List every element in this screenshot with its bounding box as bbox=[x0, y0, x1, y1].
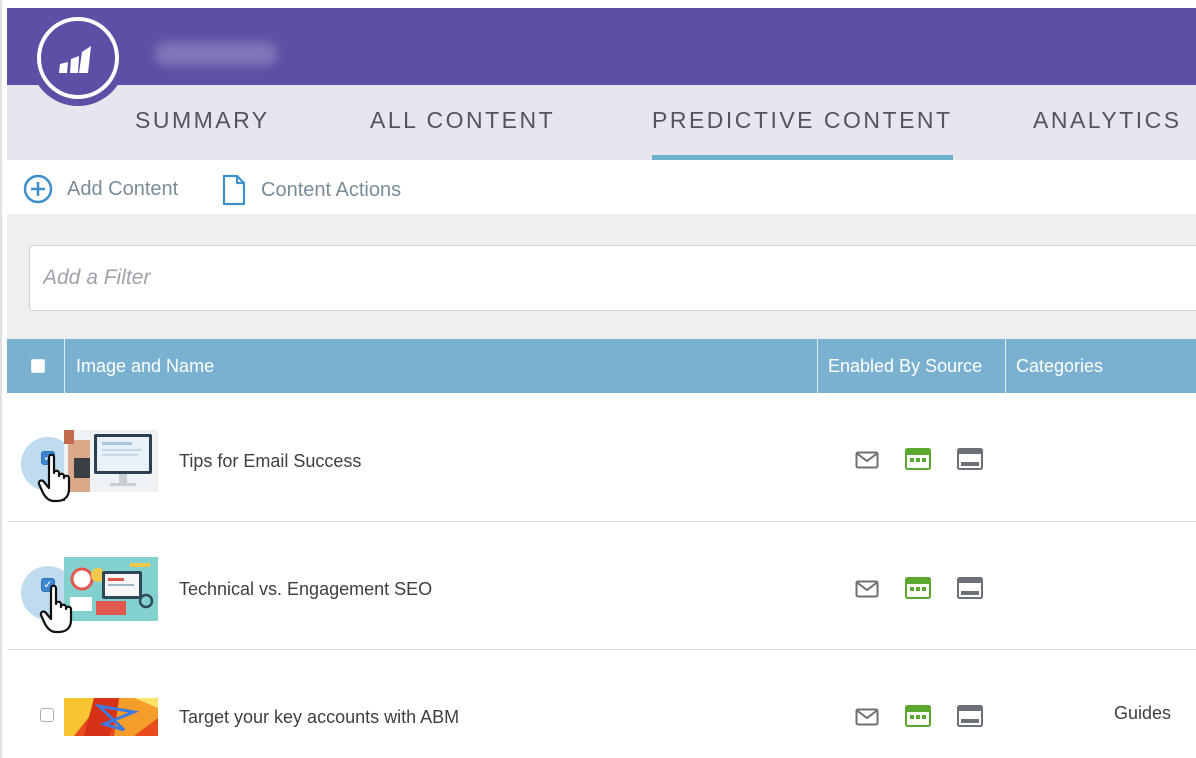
table-row[interactable]: Target your key accounts with ABM Guides bbox=[7, 650, 1196, 758]
content-name[interactable]: Tips for Email Success bbox=[179, 451, 361, 472]
header-divider bbox=[817, 339, 818, 393]
header-divider bbox=[64, 339, 65, 393]
email-icon bbox=[855, 580, 879, 598]
content-actions-button[interactable]: Content Actions bbox=[221, 174, 401, 206]
top-header-bar bbox=[7, 8, 1196, 85]
hand-cursor-icon bbox=[37, 453, 71, 503]
table-header: Image and Name Enabled By Source Categor… bbox=[7, 339, 1196, 393]
plus-circle-icon bbox=[23, 174, 53, 204]
table-row[interactable]: ✓ Tips for Email Success bbox=[7, 393, 1196, 522]
tab-predictive-content[interactable]: PREDICTIVE CONTENT bbox=[652, 107, 953, 160]
web-page-icon bbox=[905, 705, 931, 727]
content-category: Guides bbox=[1114, 703, 1172, 723]
email-icon bbox=[855, 708, 879, 726]
content-name[interactable]: Technical vs. Engagement SEO bbox=[179, 579, 432, 600]
content-thumbnail bbox=[64, 430, 158, 492]
blurred-title bbox=[155, 42, 277, 66]
content-thumbnail bbox=[64, 698, 158, 736]
tab-all-content[interactable]: ALL CONTENT bbox=[370, 107, 555, 134]
web-page-icon bbox=[905, 577, 931, 599]
row-checkbox[interactable] bbox=[40, 708, 54, 722]
hand-cursor-icon bbox=[39, 584, 73, 634]
marketo-logo[interactable] bbox=[30, 10, 126, 106]
select-all-checkbox[interactable] bbox=[31, 359, 45, 373]
rtp-icon bbox=[957, 448, 983, 470]
column-categories[interactable]: Categories bbox=[1016, 339, 1103, 393]
table-row[interactable]: ✓ Technical vs. Engagement SEO bbox=[7, 522, 1196, 650]
bar-chart-logo-icon bbox=[59, 46, 91, 73]
tab-analytics[interactable]: ANALYTICS bbox=[1033, 107, 1182, 134]
filter-area bbox=[7, 214, 1196, 339]
content-name[interactable]: Target your key accounts with ABM bbox=[179, 707, 459, 728]
content-toolbar: Add Content Content Actions bbox=[7, 160, 1196, 214]
document-icon bbox=[222, 174, 246, 206]
add-content-button[interactable]: Add Content bbox=[23, 174, 178, 204]
app-window: SUMMARY ALL CONTENT PREDICTIVE CONTENT A… bbox=[0, 0, 1196, 758]
rtp-icon bbox=[957, 577, 983, 599]
column-enabled-by-source[interactable]: Enabled By Source bbox=[828, 339, 982, 393]
nav-tab-bar: SUMMARY ALL CONTENT PREDICTIVE CONTENT A… bbox=[7, 85, 1196, 160]
rtp-icon bbox=[957, 705, 983, 727]
tab-summary[interactable]: SUMMARY bbox=[135, 107, 270, 134]
web-page-icon bbox=[905, 448, 931, 470]
email-icon bbox=[855, 451, 879, 469]
add-content-label: Add Content bbox=[67, 177, 179, 200]
content-actions-label: Content Actions bbox=[261, 178, 402, 201]
filter-input[interactable] bbox=[29, 245, 1196, 311]
header-divider bbox=[1005, 339, 1006, 393]
column-image-and-name[interactable]: Image and Name bbox=[76, 339, 214, 393]
